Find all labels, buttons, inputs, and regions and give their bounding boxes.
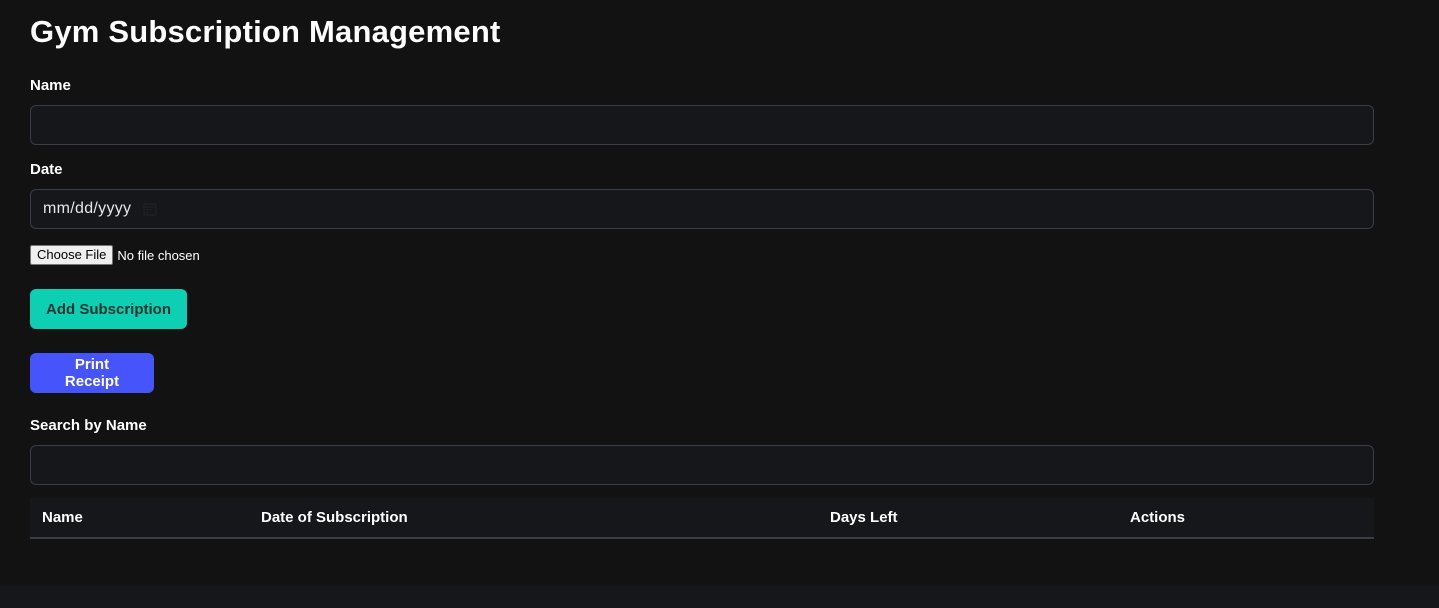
column-header-days-left: Days Left: [830, 509, 898, 526]
column-header-actions: Actions: [1130, 509, 1186, 526]
column-header-date: Date of Subscription: [261, 509, 408, 526]
add-subscription-button[interactable]: Add Subscription: [30, 289, 187, 329]
search-input[interactable]: [30, 445, 1374, 485]
choose-file-button[interactable]: Choose File: [30, 245, 114, 265]
name-label: Name: [30, 77, 71, 94]
page-title: Gym Subscription Management: [30, 14, 501, 49]
date-placeholder: mm/dd/yyyy: [43, 200, 132, 217]
column-header-name: Name: [42, 509, 83, 526]
page: Gym Subscription Management Name Date mm…: [0, 0, 1439, 586]
file-upload: Choose File No file chosen: [30, 245, 200, 265]
subscriptions-table-header: Name Date of Subscription Days Left Acti…: [30, 498, 1374, 539]
calendar-icon[interactable]: [143, 202, 158, 216]
date-label: Date: [30, 161, 63, 178]
print-receipt-button[interactable]: Print Receipt: [30, 353, 154, 393]
name-input[interactable]: [30, 105, 1374, 145]
file-status: No file chosen: [117, 247, 200, 263]
search-label: Search by Name: [30, 417, 147, 434]
date-input[interactable]: mm/dd/yyyy: [30, 189, 1374, 229]
